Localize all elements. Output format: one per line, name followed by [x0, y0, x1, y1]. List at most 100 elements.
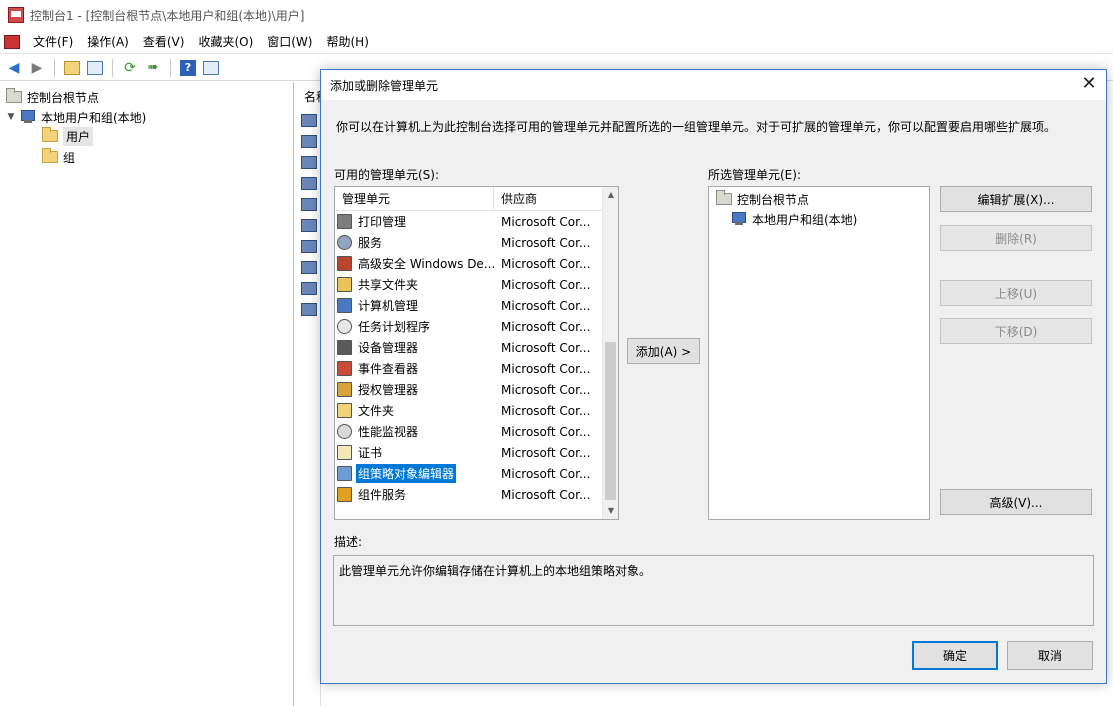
menu-window[interactable]: 窗口(W) — [260, 30, 319, 53]
snapin-name-cell: 共享文件夹 — [337, 275, 495, 294]
window-title: 控制台1 - [控制台根节点\本地用户和组(本地)\用户] — [30, 8, 305, 23]
user-icon[interactable] — [301, 198, 317, 212]
advanced-button[interactable]: 高级(V)... — [940, 489, 1092, 515]
back-icon[interactable]: ◀ — [4, 58, 24, 78]
user-icon[interactable] — [301, 240, 317, 254]
tree-item-local-users-groups[interactable]: ▼ 本地用户和组(本地) — [6, 107, 146, 127]
snapin-row[interactable]: 事件查看器 Microsoft Cor... — [337, 358, 601, 379]
selected-child-label: 本地用户和组(本地) — [752, 212, 858, 227]
tree-label: 组 — [63, 150, 76, 165]
chevron-down-icon[interactable]: ▼ — [6, 112, 16, 122]
column-header-snapin[interactable]: 管理单元 — [335, 187, 494, 211]
show-hide-tree-icon[interactable] — [85, 58, 105, 78]
add-button[interactable]: 添加(A) > — [627, 338, 700, 364]
menu-action[interactable]: 操作(A) — [80, 30, 136, 53]
computer-icon — [20, 110, 36, 124]
scrollbar[interactable]: ▲ ▼ — [602, 187, 618, 519]
snapin-name-cell: 打印管理 — [337, 212, 495, 231]
snapin-row[interactable]: 文件夹 Microsoft Cor... — [337, 400, 601, 421]
console-tree: 控制台根节点 ▼ 本地用户和组(本地) 用户 组 — [0, 82, 294, 706]
event-log-icon — [337, 361, 352, 376]
snapin-vendor: Microsoft Cor... — [501, 382, 591, 397]
snapin-name: 任务计划程序 — [358, 320, 431, 334]
ok-button[interactable]: 确定 — [912, 641, 998, 670]
snapin-name-cell: 设备管理器 — [337, 338, 495, 357]
remove-button[interactable]: 删除(R) — [940, 225, 1092, 251]
clock-icon — [337, 319, 352, 334]
edit-extensions-button[interactable]: 编辑扩展(X)... — [940, 186, 1092, 212]
snapin-name: 服务 — [358, 236, 383, 250]
snapin-row[interactable]: 高级安全 Windows De... Microsoft Cor... — [337, 253, 601, 274]
cancel-button[interactable]: 取消 — [1007, 641, 1093, 670]
user-icon[interactable] — [301, 135, 317, 149]
snapin-name: 组策略对象编辑器 — [356, 464, 457, 483]
snapin-name-cell: 性能监视器 — [337, 422, 495, 441]
snapin-name-cell: 计算机管理 — [337, 296, 495, 315]
tree-item-groups[interactable]: 组 — [42, 147, 75, 167]
available-snapins-list[interactable]: 管理单元 供应商 打印管理 Microsoft Cor... 服务 Microsoft… — [334, 186, 619, 520]
menu-bar: 文件(F) 操作(A) 查看(V) 收藏夹(O) 窗口(W) 帮助(H) — [0, 30, 1113, 54]
snapin-row[interactable]: 组件服务 Microsoft Cor... — [337, 484, 601, 505]
user-icon[interactable] — [301, 303, 317, 317]
user-icon[interactable] — [301, 282, 317, 296]
menu-view[interactable]: 查看(V) — [136, 30, 192, 53]
selected-snapins-list[interactable]: 控制台根节点 本地用户和组(本地) — [708, 186, 930, 520]
snapin-vendor: Microsoft Cor... — [501, 214, 591, 229]
snapin-name-cell: 授权管理器 — [337, 380, 495, 399]
user-icon[interactable] — [301, 156, 317, 170]
snapin-name-cell: 高级安全 Windows De... — [337, 254, 495, 273]
help-icon[interactable]: ? — [178, 58, 198, 78]
snapin-name: 共享文件夹 — [358, 278, 419, 292]
scroll-down-icon[interactable]: ▼ — [603, 503, 618, 519]
column-header-name[interactable]: 名称 — [304, 88, 320, 105]
snapin-row[interactable]: 设备管理器 Microsoft Cor... — [337, 337, 601, 358]
toolbar-separator — [170, 58, 171, 77]
console-doc-icon[interactable] — [4, 34, 20, 49]
performance-icon — [337, 424, 352, 439]
snapin-row[interactable]: 任务计划程序 Microsoft Cor... — [337, 316, 601, 337]
snapin-vendor: Microsoft Cor... — [501, 403, 591, 418]
up-folder-icon[interactable] — [62, 58, 82, 78]
snapin-row[interactable]: 共享文件夹 Microsoft Cor... — [337, 274, 601, 295]
snapin-row[interactable]: 打印管理 Microsoft Cor... — [337, 211, 601, 232]
snapin-name: 性能监视器 — [358, 425, 419, 439]
selected-root-label: 控制台根节点 — [737, 192, 810, 207]
snapin-name-cell: 事件查看器 — [337, 359, 495, 378]
user-icon[interactable] — [301, 219, 317, 233]
window-titlebar: 控制台1 - [控制台根节点\本地用户和组(本地)\用户] — [0, 0, 1113, 30]
toolbar-separator — [54, 58, 55, 77]
move-down-button[interactable]: 下移(D) — [940, 318, 1092, 344]
scroll-thumb[interactable] — [605, 342, 616, 500]
selected-item-local-users-groups[interactable]: 本地用户和组(本地) — [731, 209, 857, 229]
shared-folder-icon — [337, 277, 352, 292]
selected-item-root[interactable]: 控制台根节点 — [716, 189, 809, 209]
snapin-row[interactable]: 性能监视器 Microsoft Cor... — [337, 421, 601, 442]
gear-icon — [337, 235, 352, 250]
snapin-row[interactable]: 服务 Microsoft Cor... — [337, 232, 601, 253]
show-hide-action-pane-icon[interactable] — [201, 58, 221, 78]
menu-favorites[interactable]: 收藏夹(O) — [191, 30, 260, 53]
user-icon[interactable] — [301, 261, 317, 275]
user-icon[interactable] — [301, 114, 317, 128]
forward-icon[interactable]: ▶ — [27, 58, 47, 78]
tree-item-root[interactable]: 控制台根节点 — [6, 87, 99, 107]
snapin-name: 事件查看器 — [358, 362, 419, 376]
tree-item-users[interactable]: 用户 — [42, 126, 94, 146]
user-icon[interactable] — [301, 177, 317, 191]
snapin-row[interactable]: 计算机管理 Microsoft Cor... — [337, 295, 601, 316]
result-pane: 名称 — [296, 82, 321, 706]
folder-icon — [6, 88, 22, 103]
snapin-row[interactable]: 授权管理器 Microsoft Cor... — [337, 379, 601, 400]
scroll-up-icon[interactable]: ▲ — [603, 187, 618, 203]
snapin-name-cell: 组策略对象编辑器 — [337, 464, 495, 483]
column-header-vendor[interactable]: 供应商 — [494, 187, 602, 211]
menu-file[interactable]: 文件(F) — [26, 30, 80, 53]
export-list-icon[interactable]: ➠ — [143, 58, 163, 78]
snapin-row[interactable]: 证书 Microsoft Cor... — [337, 442, 601, 463]
firewall-icon — [337, 256, 352, 271]
close-icon[interactable]: ✕ — [1078, 74, 1100, 96]
menu-help[interactable]: 帮助(H) — [319, 30, 375, 53]
refresh-icon[interactable]: ⟳ — [120, 58, 140, 78]
snapin-row[interactable]: 组策略对象编辑器 Microsoft Cor... — [337, 463, 601, 484]
move-up-button[interactable]: 上移(U) — [940, 280, 1092, 306]
